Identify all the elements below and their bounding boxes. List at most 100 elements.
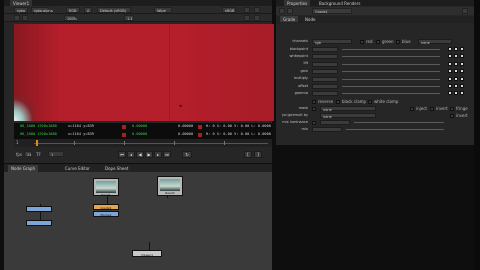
channels-expand-icon[interactable]: [454, 91, 458, 96]
animation-icon[interactable]: [460, 91, 464, 96]
blue-checkbox[interactable]: [396, 39, 400, 44]
mask-checkbox[interactable]: [312, 106, 316, 111]
lift-field[interactable]: [312, 61, 338, 67]
alpha-channel-select[interactable]: none: [418, 39, 452, 45]
tab-curve-editor[interactable]: Curve Editor: [62, 165, 93, 172]
animation-icon[interactable]: [460, 69, 464, 74]
animation-icon[interactable]: [460, 47, 464, 51]
color-picker-icon[interactable]: [448, 54, 452, 59]
play-forward-icon[interactable]: ▶: [145, 151, 153, 158]
last-frame-icon[interactable]: ⏭: [163, 151, 171, 158]
channels-expand-icon[interactable]: [454, 54, 458, 59]
blackpoint-slider[interactable]: [342, 49, 440, 50]
read-node-1[interactable]: Read1: [93, 178, 119, 197]
channels-expand-icon[interactable]: [454, 61, 458, 66]
gamma-field[interactable]: [312, 91, 338, 97]
green-checkbox[interactable]: [376, 39, 380, 44]
next-key-icon[interactable]: ▸: [154, 151, 162, 158]
mix-luminance-checkbox[interactable]: [312, 120, 316, 125]
blackpoint-field[interactable]: [312, 47, 338, 52]
read-node-2[interactable]: Read2: [157, 176, 183, 196]
invert-2-checkbox[interactable]: [450, 113, 454, 118]
channels-expand-icon[interactable]: [454, 47, 458, 51]
node-name-field[interactable]: Grade1: [312, 8, 352, 14]
merge-node[interactable]: Merge1: [93, 211, 119, 217]
reverse-checkbox[interactable]: [312, 99, 316, 104]
mask-select[interactable]: none: [320, 106, 376, 112]
in-point-icon[interactable]: [: [244, 151, 252, 158]
multiply-field[interactable]: [312, 76, 338, 82]
lock-icon[interactable]: [279, 8, 285, 14]
channels-expand-icon[interactable]: [454, 69, 458, 74]
offset-slider[interactable]: [342, 86, 440, 87]
playhead[interactable]: [36, 140, 38, 146]
channels-expand-icon[interactable]: [454, 84, 458, 88]
close-icon[interactable]: [462, 8, 468, 14]
multiply-slider[interactable]: [342, 78, 440, 80]
inject-checkbox[interactable]: [410, 106, 414, 111]
animation-icon[interactable]: [460, 54, 464, 59]
tab-background-renders[interactable]: Background Renders: [316, 0, 364, 6]
color-picker-icon[interactable]: [448, 91, 452, 96]
gain-icon[interactable]: [22, 15, 28, 21]
black-clamp-checkbox[interactable]: [336, 99, 340, 104]
colorspace-select[interactable]: Default (sRGB): [97, 7, 131, 13]
loop-icon[interactable]: ↻: [182, 151, 192, 158]
tab-grade[interactable]: Grade: [280, 16, 299, 22]
mix-luminance-slider[interactable]: [354, 122, 444, 123]
tab-node-graph[interactable]: Node Graph: [8, 165, 38, 172]
timeline[interactable]: 1: [14, 139, 272, 147]
channels-expand-icon[interactable]: [454, 76, 458, 81]
viewer-node[interactable]: Viewer1: [132, 250, 162, 257]
animation-icon[interactable]: [460, 61, 464, 66]
color-picker-icon[interactable]: [448, 69, 452, 74]
color-picker-icon[interactable]: [448, 76, 452, 81]
first-frame-icon[interactable]: ⏮: [118, 151, 126, 158]
rgb-select[interactable]: RGB: [66, 7, 80, 13]
fringe-checkbox[interactable]: [450, 106, 454, 111]
tab-node[interactable]: Node: [302, 16, 319, 22]
tab-dope-sheet[interactable]: Dope Sheet: [102, 165, 131, 172]
prev-key-icon[interactable]: ◂: [127, 151, 135, 158]
alpha-select[interactable]: rgba.alpha: [31, 7, 53, 13]
white-clamp-checkbox[interactable]: [368, 99, 372, 104]
mix-field[interactable]: [312, 127, 342, 132]
lock-icon[interactable]: [244, 15, 250, 21]
settings-icon[interactable]: [244, 7, 250, 13]
tab-properties[interactable]: Properties: [284, 0, 311, 6]
gain-field[interactable]: [312, 69, 338, 75]
blue-node-2[interactable]: [26, 220, 52, 226]
unpremult-select[interactable]: none: [320, 113, 376, 119]
roi-icon[interactable]: [254, 15, 260, 21]
srgb-select[interactable]: sRGB: [222, 7, 236, 13]
frame-field[interactable]: 1: [48, 151, 64, 157]
mix-luminance-field[interactable]: [320, 120, 350, 125]
menu-icon[interactable]: [254, 7, 260, 13]
zoom-select[interactable]: 100%: [64, 15, 77, 21]
viewer-canvas[interactable]: ⌖: [14, 24, 274, 121]
pin-icon[interactable]: [287, 8, 293, 14]
animation-icon[interactable]: [460, 84, 464, 88]
channel-select[interactable]: rgba: [14, 7, 28, 13]
wipe-select[interactable]: Wipe: [154, 7, 172, 13]
color-picker-icon[interactable]: [448, 61, 452, 66]
whitepoint-slider[interactable]: [342, 56, 440, 58]
proxy-select[interactable]: 1:1: [124, 15, 134, 21]
timeline-track[interactable]: [34, 143, 268, 144]
gamma-slider[interactable]: [342, 93, 440, 95]
animation-icon[interactable]: [460, 76, 464, 81]
whitepoint-field[interactable]: [312, 54, 338, 60]
fps-field[interactable]: 24: [24, 151, 32, 157]
blue-node-1[interactable]: [26, 206, 52, 212]
out-point-icon[interactable]: ]: [254, 151, 262, 158]
red-checkbox[interactable]: [360, 39, 364, 44]
channels-select[interactable]: rgb: [312, 39, 352, 45]
exposure-icon[interactable]: [14, 15, 20, 21]
a-input-select[interactable]: A: [84, 7, 92, 13]
offset-field[interactable]: [312, 84, 338, 89]
color-picker-icon[interactable]: [448, 84, 452, 88]
lift-slider[interactable]: [342, 63, 440, 65]
node-graph-panel[interactable]: Node Graph Curve Editor Dope Sheet Read1…: [4, 164, 272, 270]
gain-slider[interactable]: [342, 71, 440, 73]
play-backward-icon[interactable]: ◀: [136, 151, 144, 158]
